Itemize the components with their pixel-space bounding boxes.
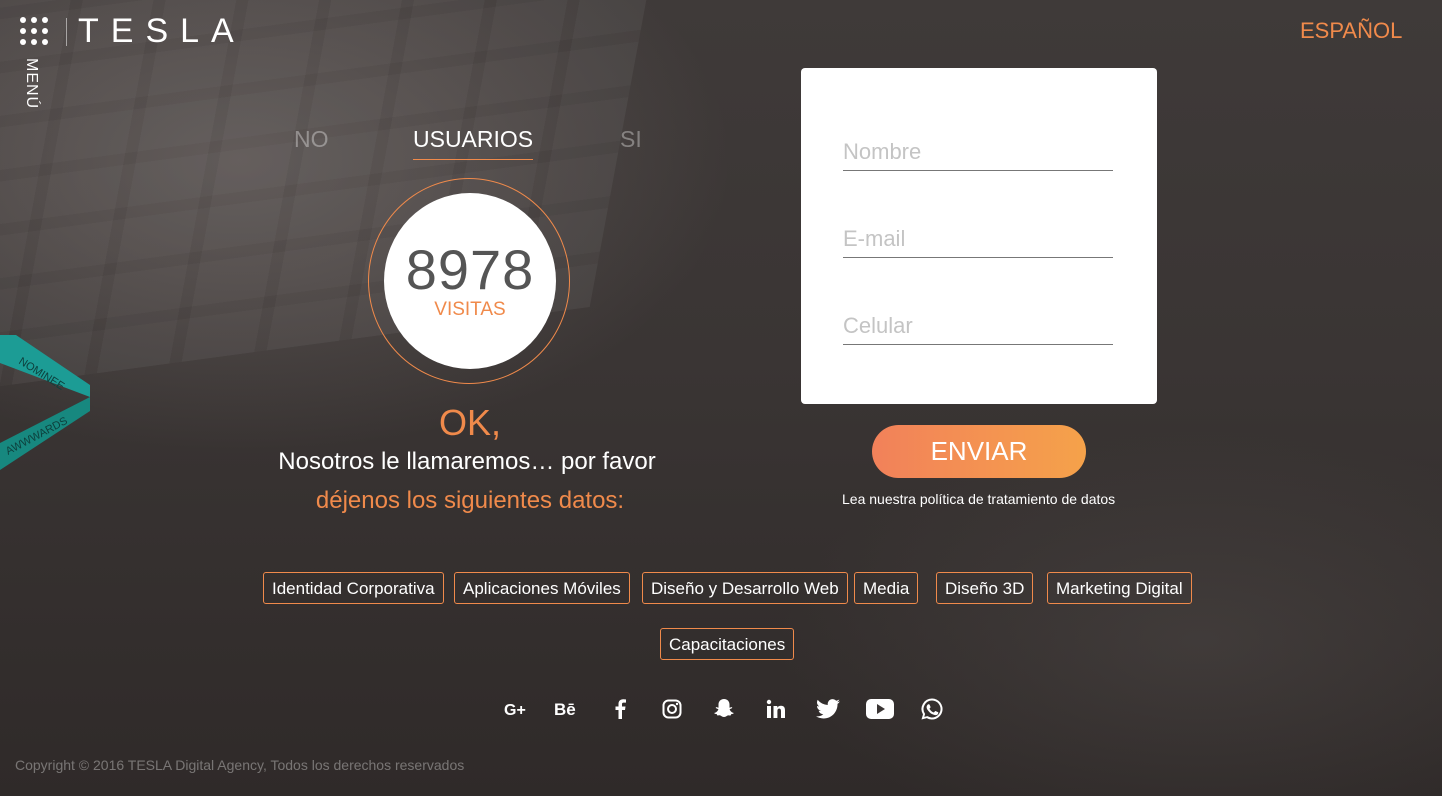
tab-si[interactable]: SI	[620, 126, 642, 153]
logo[interactable]: TESLA	[78, 12, 246, 51]
social-links: G+ Bē	[0, 694, 1442, 724]
name-field[interactable]	[843, 134, 1113, 171]
copyright-text: Copyright © 2016 TESLA Digital Agency, T…	[15, 757, 465, 773]
counter-label: VISITAS	[434, 299, 506, 320]
visit-counter: 8978 VISITAS	[384, 193, 556, 369]
privacy-policy-link[interactable]: Lea nuestra política de tratamiento de d…	[842, 491, 1115, 507]
logo-divider	[66, 18, 67, 46]
phone-field[interactable]	[843, 308, 1113, 345]
ok-heading: OK,	[438, 402, 501, 443]
message-line1: Nosotros le llamaremos… por favor	[278, 448, 656, 475]
instagram-icon[interactable]	[657, 694, 687, 724]
tab-bar: NO USUARIOS SI	[270, 126, 670, 166]
svg-text:Bē: Bē	[554, 700, 576, 719]
service-tag[interactable]: Capacitaciones	[660, 628, 795, 660]
linkedin-icon[interactable]	[761, 694, 791, 724]
behance-icon[interactable]: Bē	[553, 694, 583, 724]
facebook-icon[interactable]	[605, 694, 635, 724]
counter-value: 8978	[405, 238, 535, 301]
svg-text:G+: G+	[504, 702, 526, 719]
service-tag[interactable]: Identidad Corporativa	[263, 572, 444, 604]
menu-label[interactable]: MENÚ	[22, 58, 40, 109]
menu-grid-icon[interactable]	[20, 17, 48, 45]
language-selector[interactable]: ESPAÑOL	[1300, 18, 1402, 44]
service-tag[interactable]: Diseño y Desarrollo Web	[642, 572, 848, 604]
service-tag[interactable]: Diseño 3D	[936, 572, 1034, 604]
whatsapp-icon[interactable]	[917, 694, 947, 724]
email-field[interactable]	[843, 221, 1113, 258]
contact-form	[801, 68, 1157, 404]
service-tag[interactable]: Aplicaciones Móviles	[454, 572, 630, 604]
message-line2: déjenos los siguientes datos:	[315, 487, 625, 514]
youtube-icon[interactable]	[865, 694, 895, 724]
twitter-icon[interactable]	[813, 694, 843, 724]
background-keyboard	[0, 0, 663, 397]
snapchat-icon[interactable]	[709, 694, 739, 724]
service-tag[interactable]: Marketing Digital	[1047, 572, 1192, 604]
service-tag[interactable]: Media	[854, 572, 919, 604]
google-plus-icon[interactable]: G+	[502, 694, 532, 724]
submit-button[interactable]: ENVIAR	[872, 425, 1086, 478]
tab-no[interactable]: NO	[294, 126, 329, 153]
tab-usuarios[interactable]: USUARIOS	[413, 126, 534, 160]
